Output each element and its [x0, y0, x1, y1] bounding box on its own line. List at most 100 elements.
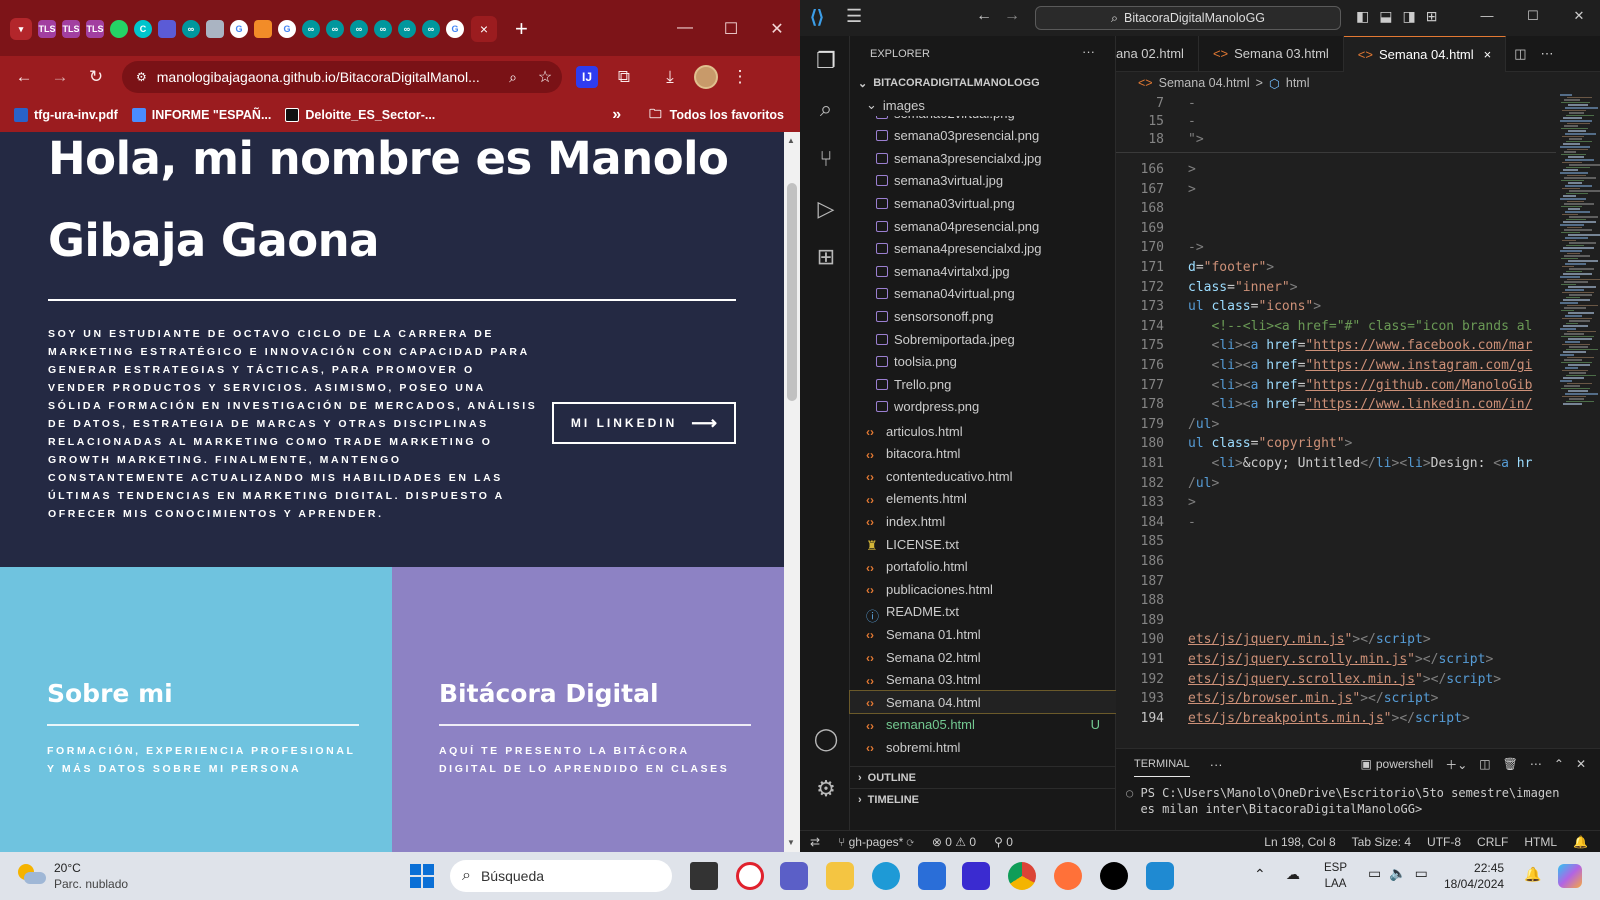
image-file-item[interactable]: semana03virtual.png: [850, 192, 1116, 214]
image-file-item[interactable]: semana04presencial.png: [850, 215, 1116, 237]
bookmark-item[interactable]: INFORME "ESPAÑ...: [131, 108, 271, 122]
tab-favicon-arduino[interactable]: ∞: [422, 20, 440, 38]
image-file-item[interactable]: Trello.png: [850, 373, 1116, 395]
language-mode[interactable]: HTML: [1524, 835, 1557, 849]
profile-avatar[interactable]: [694, 65, 718, 89]
breadcrumb-file[interactable]: Semana 04.html: [1159, 76, 1250, 90]
tab-favicon-arduino[interactable]: ∞: [350, 20, 368, 38]
toggle-secondary-sidebar-icon[interactable]: ◨: [1402, 8, 1415, 25]
image-file-item[interactable]: toolsia.png: [850, 351, 1116, 373]
file-item[interactable]: ‹› Semana 01.html: [850, 623, 1116, 645]
tab-favicon-tls[interactable]: TLS: [62, 20, 80, 38]
teams-icon[interactable]: [780, 862, 808, 890]
file-explorer-icon[interactable]: [826, 862, 854, 890]
outline-section[interactable]: › OUTLINE: [850, 766, 1116, 788]
tab-favicon-video[interactable]: [158, 20, 176, 38]
line-ending[interactable]: CRLF: [1477, 835, 1508, 849]
tab-favicon-arduino[interactable]: ∞: [182, 20, 200, 38]
system-tray[interactable]: ▭ 🔈 ▭: [1368, 865, 1428, 882]
terminal-output[interactable]: ○ PS C:\Users\Manolo\OneDrive\Escritorio…: [1126, 785, 1560, 817]
file-item[interactable]: ‹› elements.html: [850, 488, 1116, 510]
panel-more-icon[interactable]: ⋯: [1530, 757, 1542, 771]
file-item[interactable]: ‹› portafolio.html: [850, 556, 1116, 578]
maximize-button[interactable]: ☐: [708, 19, 754, 39]
tile-sobre-mi[interactable]: Sobre mi Formación, experiencia profesio…: [0, 567, 392, 852]
clock[interactable]: 22:45 18/04/2024: [1444, 860, 1504, 892]
file-item[interactable]: ‹› articulos.html: [850, 420, 1116, 442]
image-file-item[interactable]: semana02virtual.png: [850, 116, 1116, 124]
tab-favicon-app[interactable]: [254, 20, 272, 38]
chrome-icon[interactable]: [1008, 862, 1036, 890]
notifications-bell-icon[interactable]: 🔔: [1573, 835, 1588, 849]
input-language[interactable]: ESP LAA: [1324, 860, 1347, 892]
minimap[interactable]: [1556, 94, 1600, 748]
taskbar-search[interactable]: ⌕ Búsqueda: [450, 860, 672, 892]
new-tab-button[interactable]: +: [515, 16, 528, 42]
extensions-puzzle-icon[interactable]: ⧉: [606, 67, 642, 87]
folder-images[interactable]: ⌄ images: [850, 94, 1116, 116]
extensions-icon[interactable]: ⊞: [813, 244, 839, 270]
tab-favicon-tls[interactable]: TLS: [86, 20, 104, 38]
file-item[interactable]: ‹› Semana 02.html: [850, 646, 1116, 668]
scroll-down-arrow[interactable]: ▼: [787, 838, 795, 847]
bookmark-star-icon[interactable]: ☆: [528, 67, 562, 87]
search-icon[interactable]: ⌕: [813, 96, 839, 122]
tab-favicon-google[interactable]: G: [446, 20, 464, 38]
site-info-icon[interactable]: ⚙: [136, 70, 147, 84]
maximize-button[interactable]: ☐: [1510, 8, 1556, 24]
app-icon[interactable]: [962, 862, 990, 890]
editor-tab[interactable]: ana 02.html: [1116, 35, 1199, 72]
vscode-icon[interactable]: [1146, 862, 1174, 890]
file-item[interactable]: ‹› contenteducativo.html: [850, 465, 1116, 487]
remote-icon[interactable]: ⇄: [810, 835, 820, 849]
scroll-up-arrow[interactable]: ▲: [787, 136, 795, 145]
address-bar[interactable]: ⚙ manologibajagaona.github.io/BitacoraDi…: [122, 61, 562, 93]
tab-search-button[interactable]: ▾: [10, 18, 32, 40]
problems-status[interactable]: ⊗ 0 ⚠ 0: [932, 835, 976, 849]
image-file-item[interactable]: semana04virtual.png: [850, 283, 1116, 305]
image-file-item[interactable]: semana4virtalxd.jpg: [850, 260, 1116, 282]
weather-icon[interactable]: [18, 862, 46, 888]
task-view-icon[interactable]: [690, 862, 718, 890]
bookmark-item[interactable]: Deloitte_ES_Sector-...: [285, 108, 435, 122]
file-item[interactable]: ‹› semana05.html U: [850, 714, 1116, 736]
accounts-icon[interactable]: ◯: [813, 726, 839, 752]
image-file-item[interactable]: Sobremiportada.jpeg: [850, 328, 1116, 350]
source-control-icon[interactable]: ⑂: [813, 146, 839, 172]
code-view[interactable]: 7 15 18- - "> 166 >167 >168 169 170 -> 171 d="footer…: [1116, 94, 1556, 748]
copilot-icon[interactable]: [1558, 864, 1582, 888]
zoom-icon[interactable]: ⌕: [498, 69, 528, 86]
file-item[interactable]: ‹› sobremi.html: [850, 736, 1116, 758]
opera-icon[interactable]: [736, 862, 764, 890]
split-terminal-icon[interactable]: ◫: [1479, 757, 1490, 771]
image-file-item[interactable]: semana3virtual.jpg: [850, 170, 1116, 192]
tab-favicon-arduino[interactable]: ∞: [374, 20, 392, 38]
tab-favicon-arduino[interactable]: ∞: [326, 20, 344, 38]
ports-status[interactable]: ⚲ 0: [994, 835, 1013, 849]
root-folder[interactable]: ⌄ BITACORADIGITALMANOLOGG: [850, 72, 1116, 94]
close-panel-icon[interactable]: ✕: [1576, 757, 1586, 771]
cursor-position[interactable]: Ln 198, Col 8: [1264, 835, 1335, 849]
tab-favicon-whatsapp[interactable]: [110, 20, 128, 38]
tab-favicon-arduino[interactable]: ∞: [302, 20, 320, 38]
nav-back-icon[interactable]: ←: [976, 7, 992, 25]
notifications-bell-icon[interactable]: 🔔: [1524, 866, 1541, 883]
nav-forward-icon[interactable]: →: [1004, 7, 1020, 25]
tab-favicon-google[interactable]: G: [230, 20, 248, 38]
tab-favicon-chatgpt[interactable]: [206, 20, 224, 38]
scrollbar-thumb[interactable]: [787, 183, 797, 401]
image-file-item[interactable]: sensorsonoff.png: [850, 305, 1116, 327]
terminal-shell-selector[interactable]: ▣ powershell: [1361, 757, 1434, 771]
split-editor-icon[interactable]: ◫: [1514, 46, 1526, 62]
chevron-up-icon[interactable]: ⌃: [1254, 866, 1266, 883]
close-window-button[interactable]: ✕: [754, 19, 800, 39]
trash-icon[interactable]: 🗑: [1503, 757, 1518, 771]
file-item[interactable]: ‹› Semana 04.html: [849, 690, 1117, 715]
toggle-panel-icon[interactable]: ⬓: [1379, 8, 1392, 25]
tab-favicon-arduino[interactable]: ∞: [398, 20, 416, 38]
toggle-sidebar-icon[interactable]: ◧: [1356, 8, 1369, 25]
image-file-item[interactable]: semana03presencial.png: [850, 125, 1116, 147]
minimize-button[interactable]: —: [662, 19, 708, 39]
tab-size[interactable]: Tab Size: 4: [1352, 835, 1411, 849]
tab-favicon-canva[interactable]: C: [134, 20, 152, 38]
